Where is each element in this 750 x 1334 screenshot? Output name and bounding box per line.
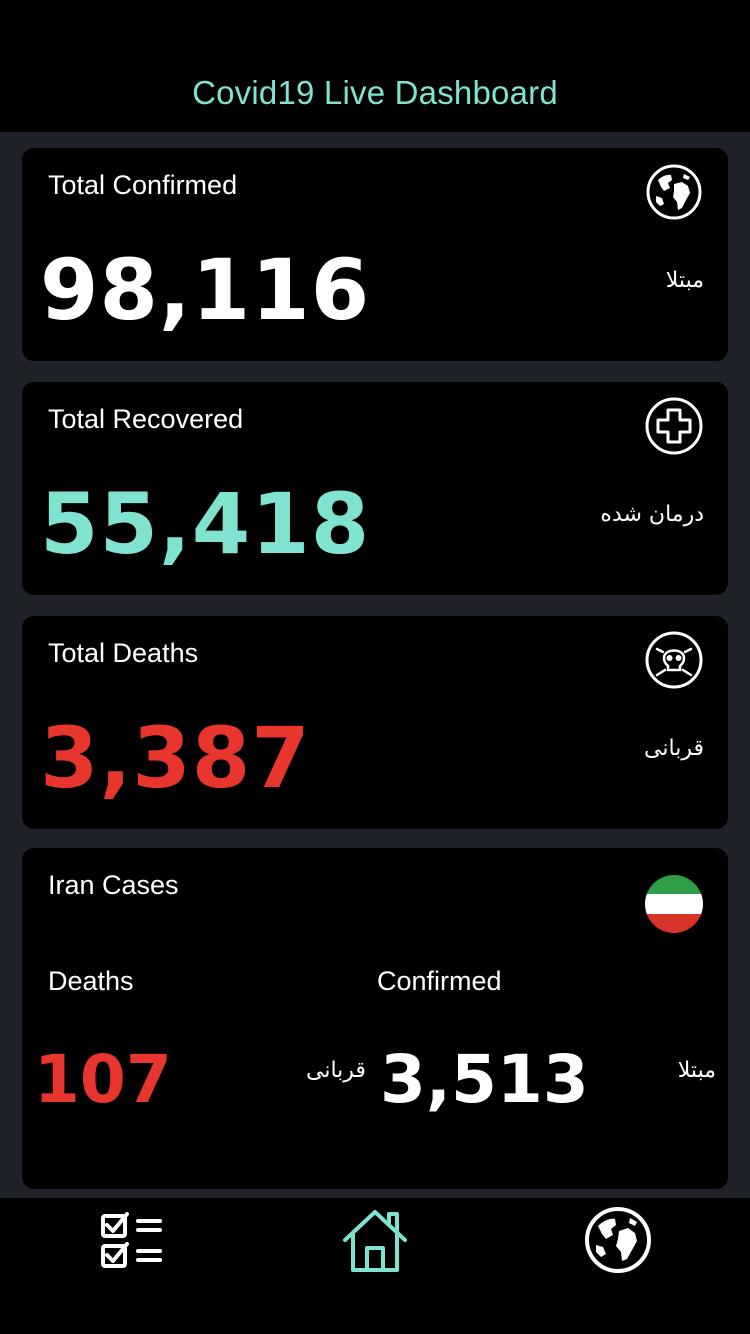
home-icon [343,1210,407,1272]
iran-cases-card: Iran Cases Deaths Confirmed 107 قربانی 3… [22,848,728,1189]
card-title: Iran Cases [48,870,179,900]
iran-deaths-label-fa: قربانی [306,1058,366,1083]
plus-circle-icon [645,397,703,455]
card-title: Total Deaths [48,638,199,668]
recovered-label-fa: درمان شده [600,502,704,527]
iran-confirmed-label: Confirmed [377,966,502,996]
recovered-count: 55,418 [40,475,371,573]
checklist-icon [101,1212,162,1268]
nav-home-button[interactable] [339,1204,411,1276]
app-root: Covid19 Live Dashboard Total Confirmed 9… [0,0,750,1334]
app-header: Covid19 Live Dashboard [0,0,750,132]
confirmed-count: 98,116 [40,241,371,339]
nav-checklist-button[interactable] [96,1204,168,1276]
total-confirmed-card: Total Confirmed 98,116 مبتلا [22,148,728,361]
deaths-label-fa: قربانی [644,736,704,761]
iran-confirmed-count: 3,513 [380,1041,589,1118]
iran-deaths-label: Deaths [48,966,134,996]
nav-world-button[interactable] [582,1204,654,1276]
page-title: Covid19 Live Dashboard [192,74,558,111]
deaths-count: 3,387 [40,709,311,807]
iran-deaths-count: 107 [34,1041,172,1118]
globe-icon [646,164,702,220]
globe-icon [585,1207,651,1273]
total-deaths-card: Total Deaths 3,387 قربانی [22,616,728,829]
bottom-nav [0,1198,750,1334]
confirmed-label-fa: مبتلا [665,268,704,293]
skull-icon [645,631,703,689]
total-recovered-card: Total Recovered 55,418 درمان شده [22,382,728,595]
card-title: Total Confirmed [48,170,238,200]
iran-confirmed-label-fa: مبتلا [677,1058,716,1083]
iran-flag-icon [645,875,703,933]
card-title: Total Recovered [48,404,244,434]
